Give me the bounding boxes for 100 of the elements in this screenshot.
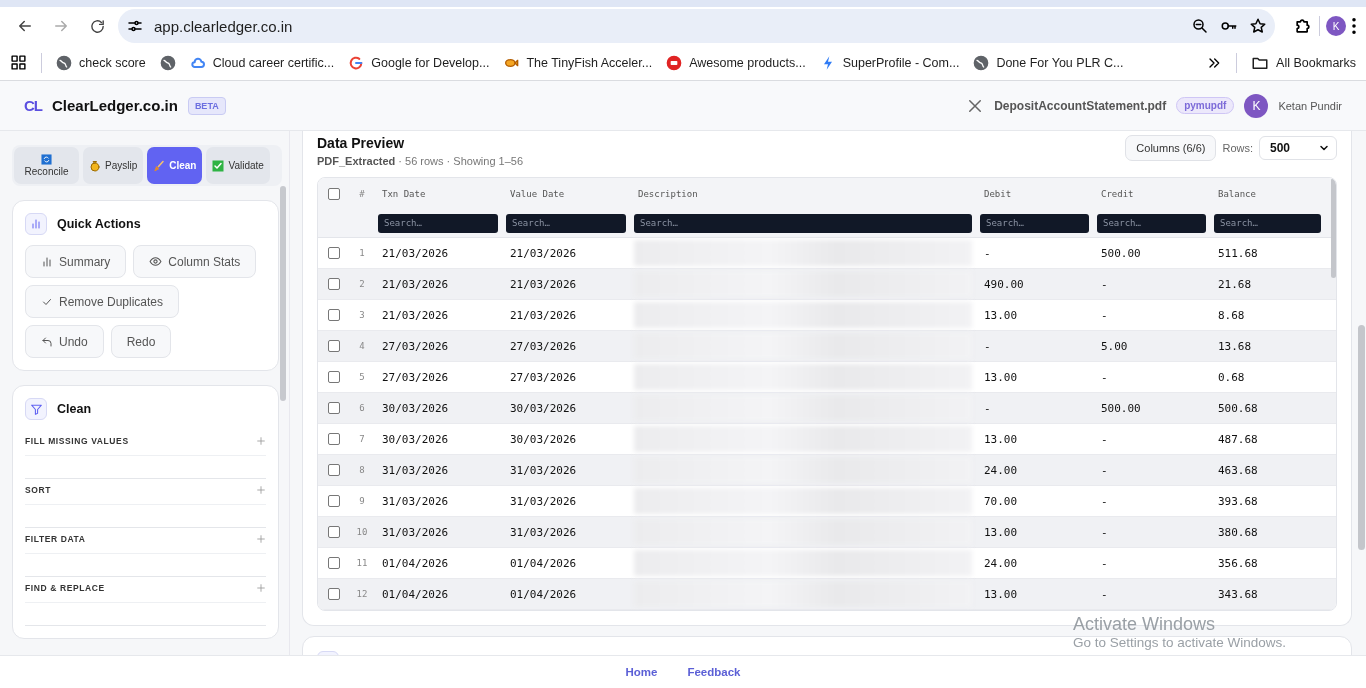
table-cell-text: - xyxy=(1100,277,1109,291)
rows-label: Rows: xyxy=(1222,142,1253,154)
row-checkbox[interactable] xyxy=(328,278,340,290)
column-header[interactable]: Debit xyxy=(976,188,1093,199)
row-checkbox[interactable] xyxy=(328,402,340,414)
action-button[interactable]: Undo xyxy=(25,325,104,358)
row-checkbox[interactable] xyxy=(328,526,340,538)
column-search-field[interactable]: Search… xyxy=(634,213,972,233)
address-bar[interactable]: app.clearledger.co.in xyxy=(118,9,1275,43)
reload-icon xyxy=(88,17,106,35)
bookmark[interactable]: Done For You PLR C... xyxy=(973,54,1124,71)
bookmark[interactable]: Awesome products... xyxy=(666,54,806,71)
row-checkbox[interactable] xyxy=(328,433,340,445)
arrows-icon xyxy=(41,154,52,165)
table-cell-text: 27/03/2026 xyxy=(381,370,450,384)
table-cell-text: 21/03/2026 xyxy=(509,308,578,322)
section-header[interactable]: FILTER DATA xyxy=(25,528,266,554)
row-checkbox[interactable] xyxy=(328,309,340,321)
columns-button[interactable]: Columns (6/6) xyxy=(1125,135,1217,161)
column-search-field[interactable]: Search… xyxy=(1097,213,1206,233)
scrollbar[interactable] xyxy=(1358,325,1365,550)
footer-link[interactable]: Home xyxy=(625,666,658,678)
table-cell-text: 31/03/2026 xyxy=(509,525,578,539)
puzzle-icon xyxy=(1293,16,1313,36)
sidebar-tab[interactable]: Validate xyxy=(206,147,270,184)
row-checkbox[interactable] xyxy=(328,557,340,569)
table-cell-text: 13.00 xyxy=(983,587,1019,601)
table-cell-text: 8.68 xyxy=(1217,308,1246,322)
column-header[interactable]: Value Date xyxy=(502,188,630,199)
sidebar-tab[interactable]: Payslip xyxy=(83,147,144,184)
column-header[interactable]: Description xyxy=(630,188,976,199)
table-cell-text: 380.68 xyxy=(1217,525,1259,539)
bookmark[interactable]: The TinyFish Acceler... xyxy=(503,54,653,71)
column-search-field[interactable]: Search… xyxy=(506,213,626,233)
footer-link[interactable]: Feedback xyxy=(687,666,741,678)
table-cell-text: 31/03/2026 xyxy=(509,463,578,477)
profile-avatar[interactable]: K xyxy=(1326,16,1346,36)
row-number: 5 xyxy=(358,372,366,382)
rows-select[interactable]: 500 xyxy=(1259,136,1337,160)
column-search-field[interactable]: Search… xyxy=(378,213,498,233)
scrollbar[interactable] xyxy=(280,186,286,401)
row-checkbox[interactable] xyxy=(328,340,340,352)
bar-chart-icon xyxy=(41,255,53,268)
table-cell-text: 31/03/2026 xyxy=(381,463,450,477)
column-header[interactable]: Balance xyxy=(1210,188,1325,199)
zoom-out-icon xyxy=(1191,17,1209,35)
all-bookmarks[interactable]: All Bookmarks xyxy=(1251,53,1356,72)
action-button[interactable]: Column Stats xyxy=(133,245,257,278)
user-avatar[interactable]: K xyxy=(1244,93,1269,118)
table-cell-text: 356.68 xyxy=(1217,556,1259,570)
bookmark[interactable] xyxy=(159,54,176,71)
section-header[interactable]: FILL MISSING VALUES xyxy=(25,430,266,456)
table-cell-text: 01/04/2026 xyxy=(509,587,578,601)
table-cell-text: 27/03/2026 xyxy=(509,339,578,353)
row-number: 3 xyxy=(358,310,366,320)
table-cell-text: 5.00 xyxy=(1100,339,1129,353)
checkbox-icon xyxy=(212,159,225,172)
bookmark[interactable]: check score xyxy=(56,54,146,71)
globe-icon xyxy=(159,54,176,71)
table-cell-text: 0.68 xyxy=(1217,370,1246,384)
scrollbar[interactable] xyxy=(1331,178,1336,278)
action-button[interactable]: Summary xyxy=(25,245,127,278)
section-header[interactable]: FIND & REPLACE xyxy=(25,577,266,603)
bookmark[interactable]: SuperProfile - Com... xyxy=(819,54,960,71)
sidebar-tab[interactable]: Reconcile xyxy=(14,147,79,184)
row-number: 10 xyxy=(355,527,369,537)
url-text: app.clearledger.co.in xyxy=(154,17,294,35)
row-number: 2 xyxy=(358,279,366,289)
row-checkbox[interactable] xyxy=(328,247,340,259)
action-button[interactable]: Remove Duplicates xyxy=(25,285,180,318)
table-cell-text: 24.00 xyxy=(983,463,1019,477)
column-header[interactable]: Credit xyxy=(1093,188,1210,199)
bookmark[interactable]: Google for Develop... xyxy=(348,54,490,71)
user-name[interactable]: Ketan Pundir xyxy=(1278,99,1342,112)
table-cell-text: 31/03/2026 xyxy=(509,494,578,508)
table-cell-text: 500.00 xyxy=(1100,401,1142,415)
row-checkbox[interactable] xyxy=(328,588,340,600)
table-cell-text: 490.00 xyxy=(983,277,1025,291)
section-header[interactable]: SORT xyxy=(25,479,266,505)
bar-chart-glyph xyxy=(30,218,42,230)
action-button[interactable]: Redo xyxy=(110,325,172,358)
table-cell-text: 21.68 xyxy=(1217,277,1253,291)
table-cell-text: 21/03/2026 xyxy=(381,246,450,260)
column-search-field[interactable]: Search… xyxy=(1214,213,1321,233)
table-cell-text: 21/03/2026 xyxy=(381,277,450,291)
row-number: 12 xyxy=(355,589,369,599)
column-header[interactable]: Txn Date xyxy=(374,188,502,199)
table-cell-text: 393.68 xyxy=(1217,494,1259,508)
column-search-field[interactable]: Search… xyxy=(980,213,1089,233)
table-cell-text: - xyxy=(1100,556,1109,570)
select-all-checkbox[interactable] xyxy=(328,187,340,200)
sidebar-tab[interactable]: Clean xyxy=(147,147,203,184)
table-cell-text: 21/03/2026 xyxy=(381,308,450,322)
bookmark[interactable]: Cloud career certific... xyxy=(189,54,335,71)
row-checkbox[interactable] xyxy=(328,464,340,476)
more-menu-icon xyxy=(1352,18,1356,34)
money-bag-icon xyxy=(89,159,101,172)
activation-subtitle: Go to Settings to activate Windows. xyxy=(1073,635,1287,650)
row-checkbox[interactable] xyxy=(328,495,340,507)
row-checkbox[interactable] xyxy=(328,371,340,383)
